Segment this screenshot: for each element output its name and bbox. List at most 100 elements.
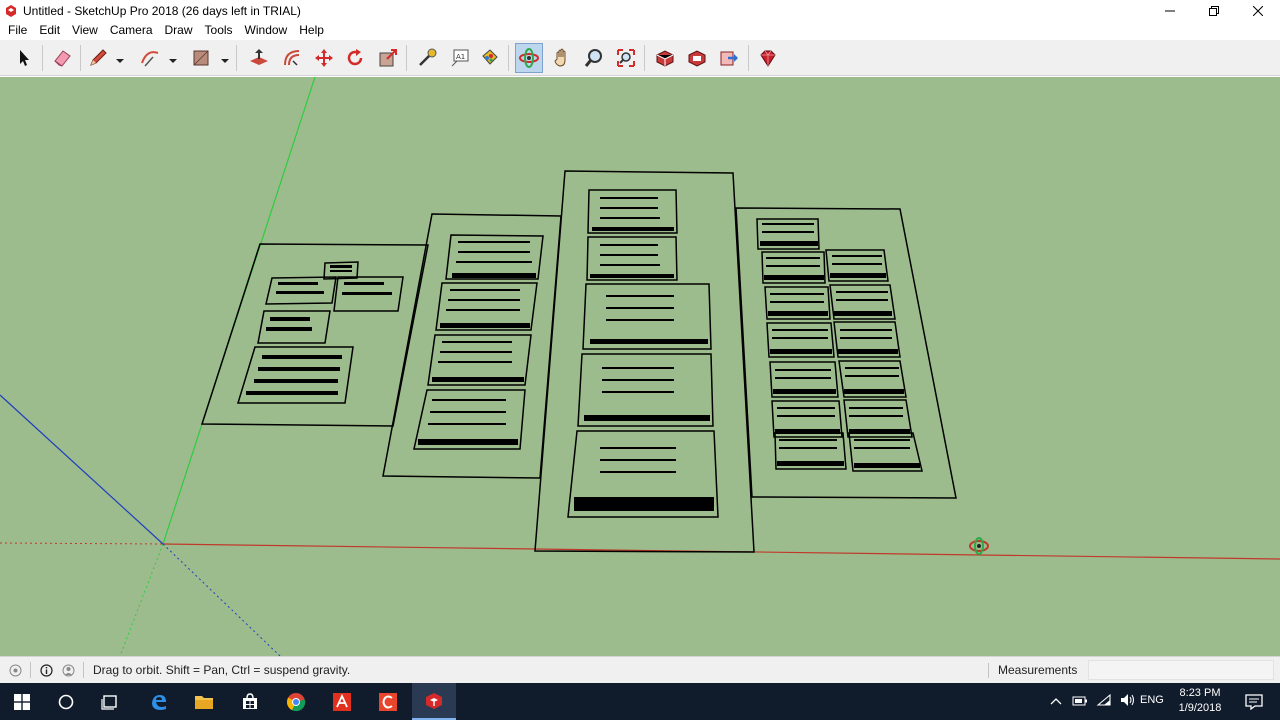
- ruby-gem-icon: [760, 50, 776, 67]
- shapes-tool-dropdown[interactable]: [221, 54, 229, 63]
- action-center-button[interactable]: [1232, 683, 1276, 720]
- scale-tool-button[interactable]: [374, 43, 402, 73]
- 3d-warehouse-icon: [656, 50, 674, 67]
- pan-tool-button[interactable]: [548, 43, 576, 73]
- rectangle-icon: [193, 50, 209, 66]
- shapes-tool-button[interactable]: [187, 43, 215, 73]
- task-view-button[interactable]: [88, 683, 132, 720]
- push-pull-icon: [250, 49, 268, 65]
- magnifier-icon: [584, 49, 602, 67]
- close-button[interactable]: [1236, 0, 1280, 21]
- acrobat-icon: [333, 692, 351, 711]
- toolbar-separator: [748, 45, 749, 71]
- zoom-extents-tool-button[interactable]: [612, 43, 640, 73]
- select-tool-button[interactable]: [10, 43, 38, 73]
- file-explorer-icon: [195, 695, 213, 709]
- start-button[interactable]: [0, 683, 44, 720]
- tape-measure-icon: [419, 48, 437, 66]
- extension-warehouse-tool-button[interactable]: [683, 43, 711, 73]
- chevron-down-icon: [169, 59, 177, 63]
- menu-file[interactable]: File: [2, 21, 33, 40]
- menu-draw[interactable]: Draw: [159, 21, 199, 40]
- toolbar-separator: [508, 45, 509, 71]
- menu-window[interactable]: Window: [239, 21, 294, 40]
- offset-tool-button[interactable]: [278, 43, 306, 73]
- paint-bucket-tool-button[interactable]: [475, 43, 503, 73]
- model-group-right-details: [760, 223, 920, 468]
- info-icon[interactable]: [39, 663, 53, 677]
- restore-button[interactable]: [1192, 0, 1236, 21]
- user-account-icon[interactable]: [61, 663, 75, 677]
- measurements-input[interactable]: [1088, 660, 1274, 680]
- file-explorer-button[interactable]: [182, 683, 226, 720]
- menu-edit[interactable]: Edit: [33, 21, 66, 40]
- push-pull-tool-button[interactable]: [245, 43, 273, 73]
- store-icon: [243, 692, 257, 709]
- tray-overflow-chevron-icon[interactable]: [1050, 695, 1062, 709]
- orbit-tool-button[interactable]: [515, 43, 543, 73]
- rotate-icon: [347, 49, 363, 66]
- model-group-left-details: [246, 265, 392, 395]
- clock-date: 1/9/2018: [1178, 702, 1222, 714]
- input-language-indicator[interactable]: ENG: [1140, 694, 1164, 706]
- move-tool-button[interactable]: [310, 43, 338, 73]
- sketchup-app-icon[interactable]: [4, 4, 18, 18]
- model-group-left[interactable]: [200, 243, 429, 427]
- arc-icon: [141, 51, 159, 67]
- text-icon: A1: [451, 49, 469, 67]
- close-icon: [1253, 5, 1263, 16]
- tape-measure-tool-button[interactable]: [413, 43, 441, 73]
- battery-icon[interactable]: [1072, 695, 1088, 709]
- warehouse-tool-button[interactable]: [651, 43, 679, 73]
- status-bar: Drag to orbit. Shift = Pan, Ctrl = suspe…: [0, 656, 1280, 683]
- window-title: Untitled - SketchUp Pro 2018 (26 days le…: [23, 3, 301, 18]
- menu-tools[interactable]: Tools: [199, 21, 239, 40]
- minimize-button[interactable]: [1148, 0, 1192, 21]
- offset-icon: [284, 50, 300, 66]
- app-icon: [379, 692, 397, 711]
- task-view-icon: [101, 694, 117, 710]
- sketchup-taskbar-button[interactable]: [412, 683, 456, 720]
- window-controls: [1148, 0, 1280, 21]
- acrobat-button[interactable]: [320, 683, 364, 720]
- cortana-button[interactable]: [44, 683, 88, 720]
- line-tool-button[interactable]: [84, 43, 112, 73]
- arc-tool-dropdown[interactable]: [169, 54, 177, 63]
- eraser-tool-button[interactable]: [48, 43, 76, 73]
- menu-camera[interactable]: Camera: [104, 21, 159, 40]
- text-tool-button[interactable]: A1: [446, 43, 474, 73]
- extension-manager-tool-button[interactable]: [754, 43, 782, 73]
- toolbar-separator: [644, 45, 645, 71]
- taskbar-clock[interactable]: 8:23 PM 1/9/2018: [1168, 686, 1232, 716]
- arc-tool-button[interactable]: [136, 43, 164, 73]
- menu-help[interactable]: Help: [293, 21, 330, 40]
- eraser-icon: [54, 50, 71, 67]
- rotate-tool-button[interactable]: [341, 43, 369, 73]
- extension-warehouse-icon: [688, 50, 706, 67]
- model-group-center-left-details: [418, 241, 536, 445]
- send-to-layout-icon: [720, 51, 738, 66]
- sketchup-icon: [426, 692, 442, 709]
- model-group-center-left[interactable]: [382, 213, 562, 479]
- wifi-icon[interactable]: [1096, 693, 1112, 710]
- blue-axis: [0, 394, 164, 545]
- orbit-cursor-icon: [969, 537, 989, 555]
- geo-location-icon[interactable]: [8, 663, 22, 677]
- orbit-icon: [519, 48, 539, 68]
- edge-button[interactable]: [137, 683, 181, 720]
- hand-icon: [554, 48, 566, 67]
- chrome-button[interactable]: [274, 683, 318, 720]
- move-icon: [315, 49, 333, 67]
- zoom-tool-button[interactable]: [580, 43, 608, 73]
- status-hint-text: Drag to orbit. Shift = Pan, Ctrl = suspe…: [93, 663, 351, 677]
- drawing-viewport[interactable]: [0, 77, 1280, 656]
- windows-taskbar: ENG 8:23 PM 1/9/2018: [0, 683, 1280, 720]
- volume-icon[interactable]: [1120, 693, 1136, 710]
- line-tool-dropdown[interactable]: [116, 54, 124, 63]
- menu-view[interactable]: View: [66, 21, 104, 40]
- status-separator: [30, 662, 31, 678]
- red-axis-negative: [0, 542, 164, 545]
- store-button[interactable]: [228, 683, 272, 720]
- send-to-layout-tool-button[interactable]: [715, 43, 743, 73]
- red-app-button[interactable]: [366, 683, 410, 720]
